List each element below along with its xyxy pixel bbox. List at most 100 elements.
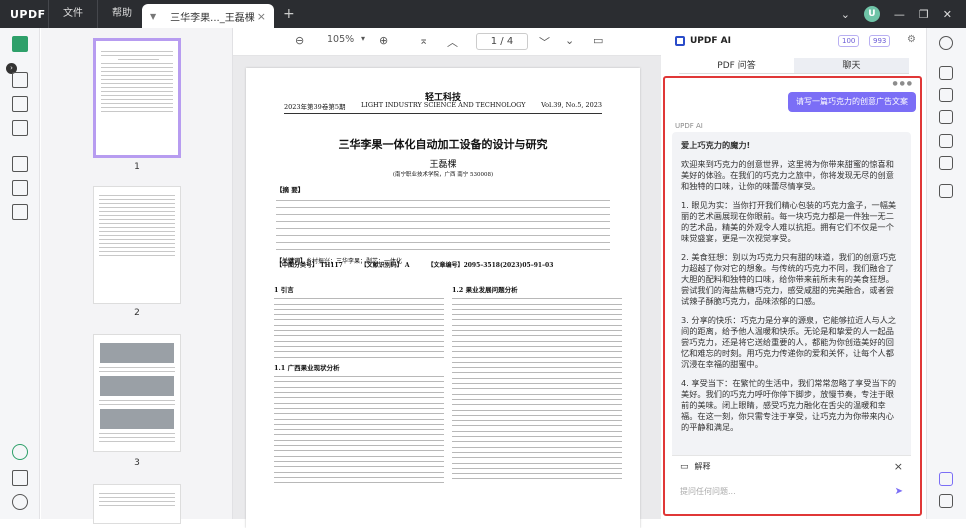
tab-title: 三华李果..._王磊棵 <box>170 12 255 24</box>
menu-file[interactable]: 文件 <box>48 0 97 28</box>
chevron-down-icon[interactable]: ⌄ <box>841 8 850 21</box>
attachment-icon[interactable] <box>12 494 28 510</box>
abstract-label: 【摘 要】 <box>276 186 305 194</box>
zoom-level[interactable]: 105% <box>327 34 354 45</box>
email-icon[interactable] <box>939 156 953 170</box>
search-icon[interactable] <box>939 36 953 50</box>
left-toolbar: › <box>0 28 40 519</box>
tab-pdf-qa[interactable]: PDF 问答 <box>679 58 794 74</box>
explain-icon: ▭ <box>680 461 689 472</box>
share-icon[interactable] <box>939 134 953 148</box>
section-heading: 1.1 广西果业现状分析 <box>274 363 340 372</box>
ai-answer: 爱上巧克力的魔力! 欢迎来到巧克力的创意世界，这里将为你带来甜蜜的惊喜和美好的体… <box>672 132 911 474</box>
answer-point-3: 3. 分享的快乐：巧克力是分享的源泉，它能够拉近人与人之间的距离，给予他人温暖和… <box>681 315 897 369</box>
page-thumbnail-4[interactable] <box>93 484 181 524</box>
convert-icon[interactable] <box>12 180 28 196</box>
first-page-button[interactable]: ⌅ <box>419 34 428 47</box>
section-heading: 1.2 果业发展问题分析 <box>452 286 518 294</box>
credit-badge-2: 993 <box>869 35 891 47</box>
clc: TH117 <box>320 262 343 269</box>
page-thumbnail-2[interactable] <box>93 186 181 304</box>
organize-pages-icon[interactable] <box>12 156 28 172</box>
clc-label: 【中图分类号】 <box>276 262 319 269</box>
answer-intro: 欢迎来到巧克力的创意世界，这里将为你带来甜蜜的惊喜和美好的体验。在我们的巧克力之… <box>681 159 894 191</box>
new-tab-button[interactable]: + <box>283 6 295 22</box>
page-indicator[interactable]: 1 / 4 <box>476 33 528 50</box>
protect-icon[interactable] <box>12 204 28 220</box>
section-heading: 1 引言 <box>274 286 294 294</box>
page-number: 1 <box>134 162 140 172</box>
paper-title: 三华李果一体化自动加工设备的设计与研究 <box>338 138 548 151</box>
journal-meta: 2023年第39卷第5期 LIGHT INDUSTRY SCIENCE AND … <box>284 101 602 114</box>
title-bar: UPDF 文件 帮助 ▼ 三华李果..._王磊棵 × + ⌄ U — ❐ ✕ <box>0 0 966 28</box>
left-column: 1 引言 1.1 广西果业现状分析 <box>274 284 444 487</box>
minimize-button[interactable]: — <box>894 8 905 21</box>
article-no-label: 【文章编号】 <box>427 262 464 269</box>
app-logo: UPDF <box>10 7 46 21</box>
close-button[interactable]: ✕ <box>943 8 952 21</box>
window-controls: ⌄ U — ❐ ✕ <box>841 0 966 28</box>
pdf-page: 轻工科技 2023年第39卷第5期 LIGHT INDUSTRY SCIENCE… <box>246 68 640 528</box>
settings-icon[interactable]: ⚙ <box>907 34 916 45</box>
last-page-button[interactable]: ⌄ <box>565 34 574 47</box>
save-icon[interactable] <box>939 184 953 198</box>
right-column: 1.2 果业发展问题分析 <box>452 284 622 484</box>
doc-code: A <box>404 262 410 269</box>
convert-pdf-icon[interactable] <box>939 88 953 102</box>
tab-close-icon[interactable]: × <box>257 10 266 23</box>
answer-point-1: 1. 眼见为实：当你打开我们精心包装的巧克力盒子，一幅美丽的艺术画展现在你眼前。… <box>681 200 897 243</box>
page-thumbnail-3[interactable] <box>93 334 181 452</box>
updf-ai-icon <box>675 36 685 46</box>
ask-input[interactable]: 提问任何问题... ➤ <box>672 480 911 502</box>
zoom-dropdown-icon[interactable]: ▾ <box>361 34 365 43</box>
issue: 2023年第39卷第5期 <box>284 103 346 111</box>
restore-button[interactable]: ❐ <box>919 8 929 21</box>
prev-page-button[interactable]: ︿ <box>447 34 458 50</box>
page-number: 2 <box>134 308 140 318</box>
close-icon[interactable]: × <box>894 460 903 473</box>
explain-label[interactable]: 解释 <box>695 461 711 472</box>
send-icon[interactable]: ➤ <box>895 486 903 497</box>
comment-icon[interactable] <box>12 72 28 88</box>
ai-title: UPDF AI <box>690 36 731 46</box>
ask-placeholder[interactable]: 提问任何问题... <box>680 486 736 497</box>
form-icon[interactable] <box>12 120 28 136</box>
ai-tabs: PDF 问答 聊天 <box>679 58 909 74</box>
volume: Vol.39, No.5, 2023 <box>541 101 602 109</box>
avatar[interactable]: U <box>863 6 880 22</box>
more-icon[interactable]: ● ● ● <box>892 80 912 87</box>
sender-label: UPDF AI <box>675 122 703 130</box>
user-message: 请写一篇巧克力的创意广告文案 <box>788 92 916 112</box>
ai-assistant-icon[interactable] <box>939 472 953 486</box>
zoom-in-button[interactable]: ⊕ <box>379 34 388 47</box>
explain-bar: ▭ 解释 × <box>672 455 911 477</box>
comment-view-icon[interactable]: ▭ <box>593 34 603 47</box>
menu-help[interactable]: 帮助 <box>97 0 146 28</box>
article-no: 2095–3518(2023)05–91–03 <box>463 262 554 269</box>
paper-author: 王磊棵 <box>429 160 457 170</box>
answer-point-2: 2. 美食狂想：别以为巧克力只有甜的味道，我们的创意巧克力超越了你对它的想象。与… <box>681 252 897 306</box>
chat-icon[interactable] <box>939 494 953 508</box>
zoom-out-button[interactable]: ⊖ <box>295 34 304 47</box>
chevron-down-icon[interactable]: ▼ <box>150 12 156 21</box>
bookmark-icon[interactable] <box>12 470 28 486</box>
ocr-icon[interactable] <box>939 66 953 80</box>
next-page-button[interactable]: ﹀ <box>539 34 550 50</box>
answer-point-4: 4. 享受当下：在繁忙的生活中，我们常常忽略了享受当下的美好。我们的巧克力呼吁你… <box>681 378 897 432</box>
reader-icon[interactable] <box>12 36 28 52</box>
credit-badge-1: 100 <box>838 35 860 47</box>
page-number: 3 <box>134 458 140 468</box>
protect-pdf-icon[interactable] <box>939 110 953 124</box>
document-viewer: ⊖ 105% ▾ ⊕ ⌅ ︿ 1 / 4 ﹀ ⌄ ▭ 轻工科技 2023年第39… <box>233 28 661 528</box>
doc-code-label: 【文献识别码】 <box>360 262 403 269</box>
classification-info: 【中图分类号】 TH117 【文献识别码】 A 【文章编号】2095–3518(… <box>276 260 610 269</box>
edit-pdf-icon[interactable] <box>12 96 28 112</box>
page-thumbnail-1[interactable] <box>93 38 181 158</box>
ai-panel: UPDF AI 100 993 ⚙ PDF 问答 聊天 ● ● ● 请写一篇巧克… <box>661 28 926 519</box>
journal-en: LIGHT INDUSTRY SCIENCE AND TECHNOLOGY <box>360 101 526 109</box>
tab-chat[interactable]: 聊天 <box>794 58 909 74</box>
view-toolbar: ⊖ 105% ▾ ⊕ ⌅ ︿ 1 / 4 ﹀ ⌄ ▭ <box>233 28 661 56</box>
layers-icon[interactable] <box>12 444 28 460</box>
document-tab[interactable]: ▼ 三华李果..._王磊棵 × <box>142 4 274 28</box>
abstract: 【摘 要】 【关键词】乡村振兴；三华李果；剥芯；一体化 <box>276 184 610 265</box>
